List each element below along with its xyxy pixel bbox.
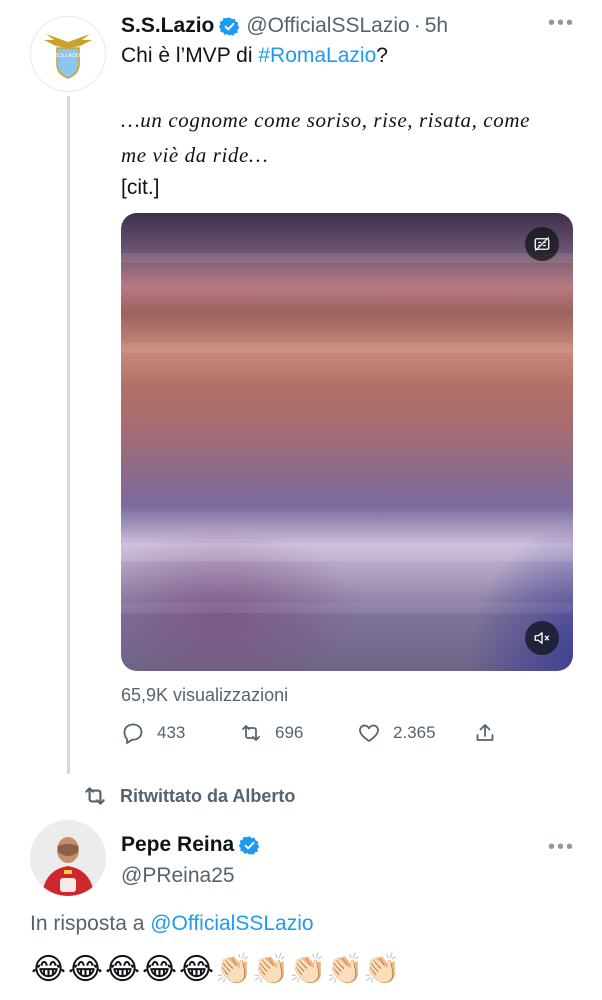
share-icon (476, 724, 494, 741)
reply-count: 433 (157, 723, 186, 742)
retweet-button[interactable]: 696 (239, 721, 357, 745)
more-options-icon[interactable]: ••• (548, 836, 575, 859)
muted-speaker-icon (534, 632, 550, 644)
clapping-emoji: 👏🏻 (326, 953, 364, 986)
heart-icon (359, 724, 379, 742)
lazio-eagle-logo: S.S.LAZIO (44, 34, 92, 79)
tweet2-header: Pepe Reina (121, 833, 260, 857)
retweet-icon (85, 787, 105, 805)
like-count: 2.365 (393, 723, 436, 742)
reply-prefix: In risposta a (30, 912, 151, 935)
tweet1-actions: 433 696 2.365 (121, 718, 509, 748)
laughing-emoji: 😂 (67, 953, 104, 986)
quote-line-1: …un cognome come soriso, rise, risata, c… (121, 108, 531, 132)
cc-off-icon (534, 236, 550, 252)
blur-streak (121, 253, 573, 263)
thread-line (67, 96, 70, 774)
profile-photo (30, 820, 106, 896)
retweeted-by-label: Ritwittato da Alberto (120, 785, 296, 806)
lazio-avatar[interactable]: S.S.LAZIO (30, 16, 106, 92)
reply-context: In risposta a @OfficialSSLazio (30, 912, 314, 936)
tweet-time[interactable]: 5h (425, 14, 448, 38)
author-handle[interactable]: @PReina25 (121, 864, 235, 888)
retweeted-by-banner[interactable]: Ritwittato da Alberto (82, 782, 295, 810)
clapping-emoji: 👏🏻 (252, 953, 290, 986)
unmute-button[interactable] (525, 621, 559, 655)
blur-streak (121, 603, 573, 613)
more-options-icon[interactable]: ••• (548, 12, 575, 35)
share-button[interactable] (473, 721, 509, 745)
tweet-text: Chi è l’MVP di (121, 44, 259, 67)
tweet-text-end: ? (376, 44, 388, 67)
retweet-count: 696 (275, 723, 304, 742)
laughing-emoji: 😂 (178, 953, 215, 986)
separator: · (413, 14, 421, 37)
like-button[interactable]: 2.365 (357, 721, 473, 745)
author-name[interactable]: S.S.Lazio (121, 14, 214, 38)
tweet1-text: Chi è l’MVP di #RomaLazio? (121, 44, 388, 68)
clapping-emoji: 👏🏻 (363, 953, 401, 986)
reply-icon (123, 723, 143, 744)
blur-streak (121, 343, 573, 353)
reply-to-link[interactable]: @OfficialSSLazio (150, 912, 313, 935)
clapping-emoji: 👏🏻 (289, 953, 327, 986)
tweet1-header: S.S.Lazio @OfficialSSLazio · 5h (121, 10, 448, 42)
logo-text: S.S.LAZIO (56, 53, 80, 59)
hashtag-link[interactable]: #RomaLazio (258, 44, 376, 67)
retweet-icon (242, 725, 260, 741)
emoji-line: 😂 😂 😂 😂 😂 👏🏻 👏🏻 👏🏻 👏🏻 👏🏻 (30, 950, 400, 990)
author-name[interactable]: Pepe Reina (121, 833, 234, 857)
author-handle[interactable]: @OfficialSSLazio (246, 14, 409, 38)
clapping-emoji: 👏🏻 (215, 953, 253, 986)
pepe-reina-avatar[interactable] (30, 820, 106, 896)
laughing-emoji: 😂 (30, 953, 67, 986)
view-count: 65,9K visualizzazioni (121, 685, 289, 705)
video-player[interactable] (121, 213, 573, 671)
verified-badge-icon (219, 16, 240, 36)
captions-toggle-icon[interactable] (525, 227, 559, 261)
laughing-emoji: 😂 (104, 953, 141, 986)
verified-badge-icon (239, 835, 260, 855)
reply-button[interactable]: 433 (121, 721, 239, 745)
laughing-emoji: 😂 (141, 953, 178, 986)
quote-line-2: me viè da ride… (121, 143, 269, 167)
blur-streak (121, 543, 573, 561)
citation: [cit.] (121, 176, 160, 199)
